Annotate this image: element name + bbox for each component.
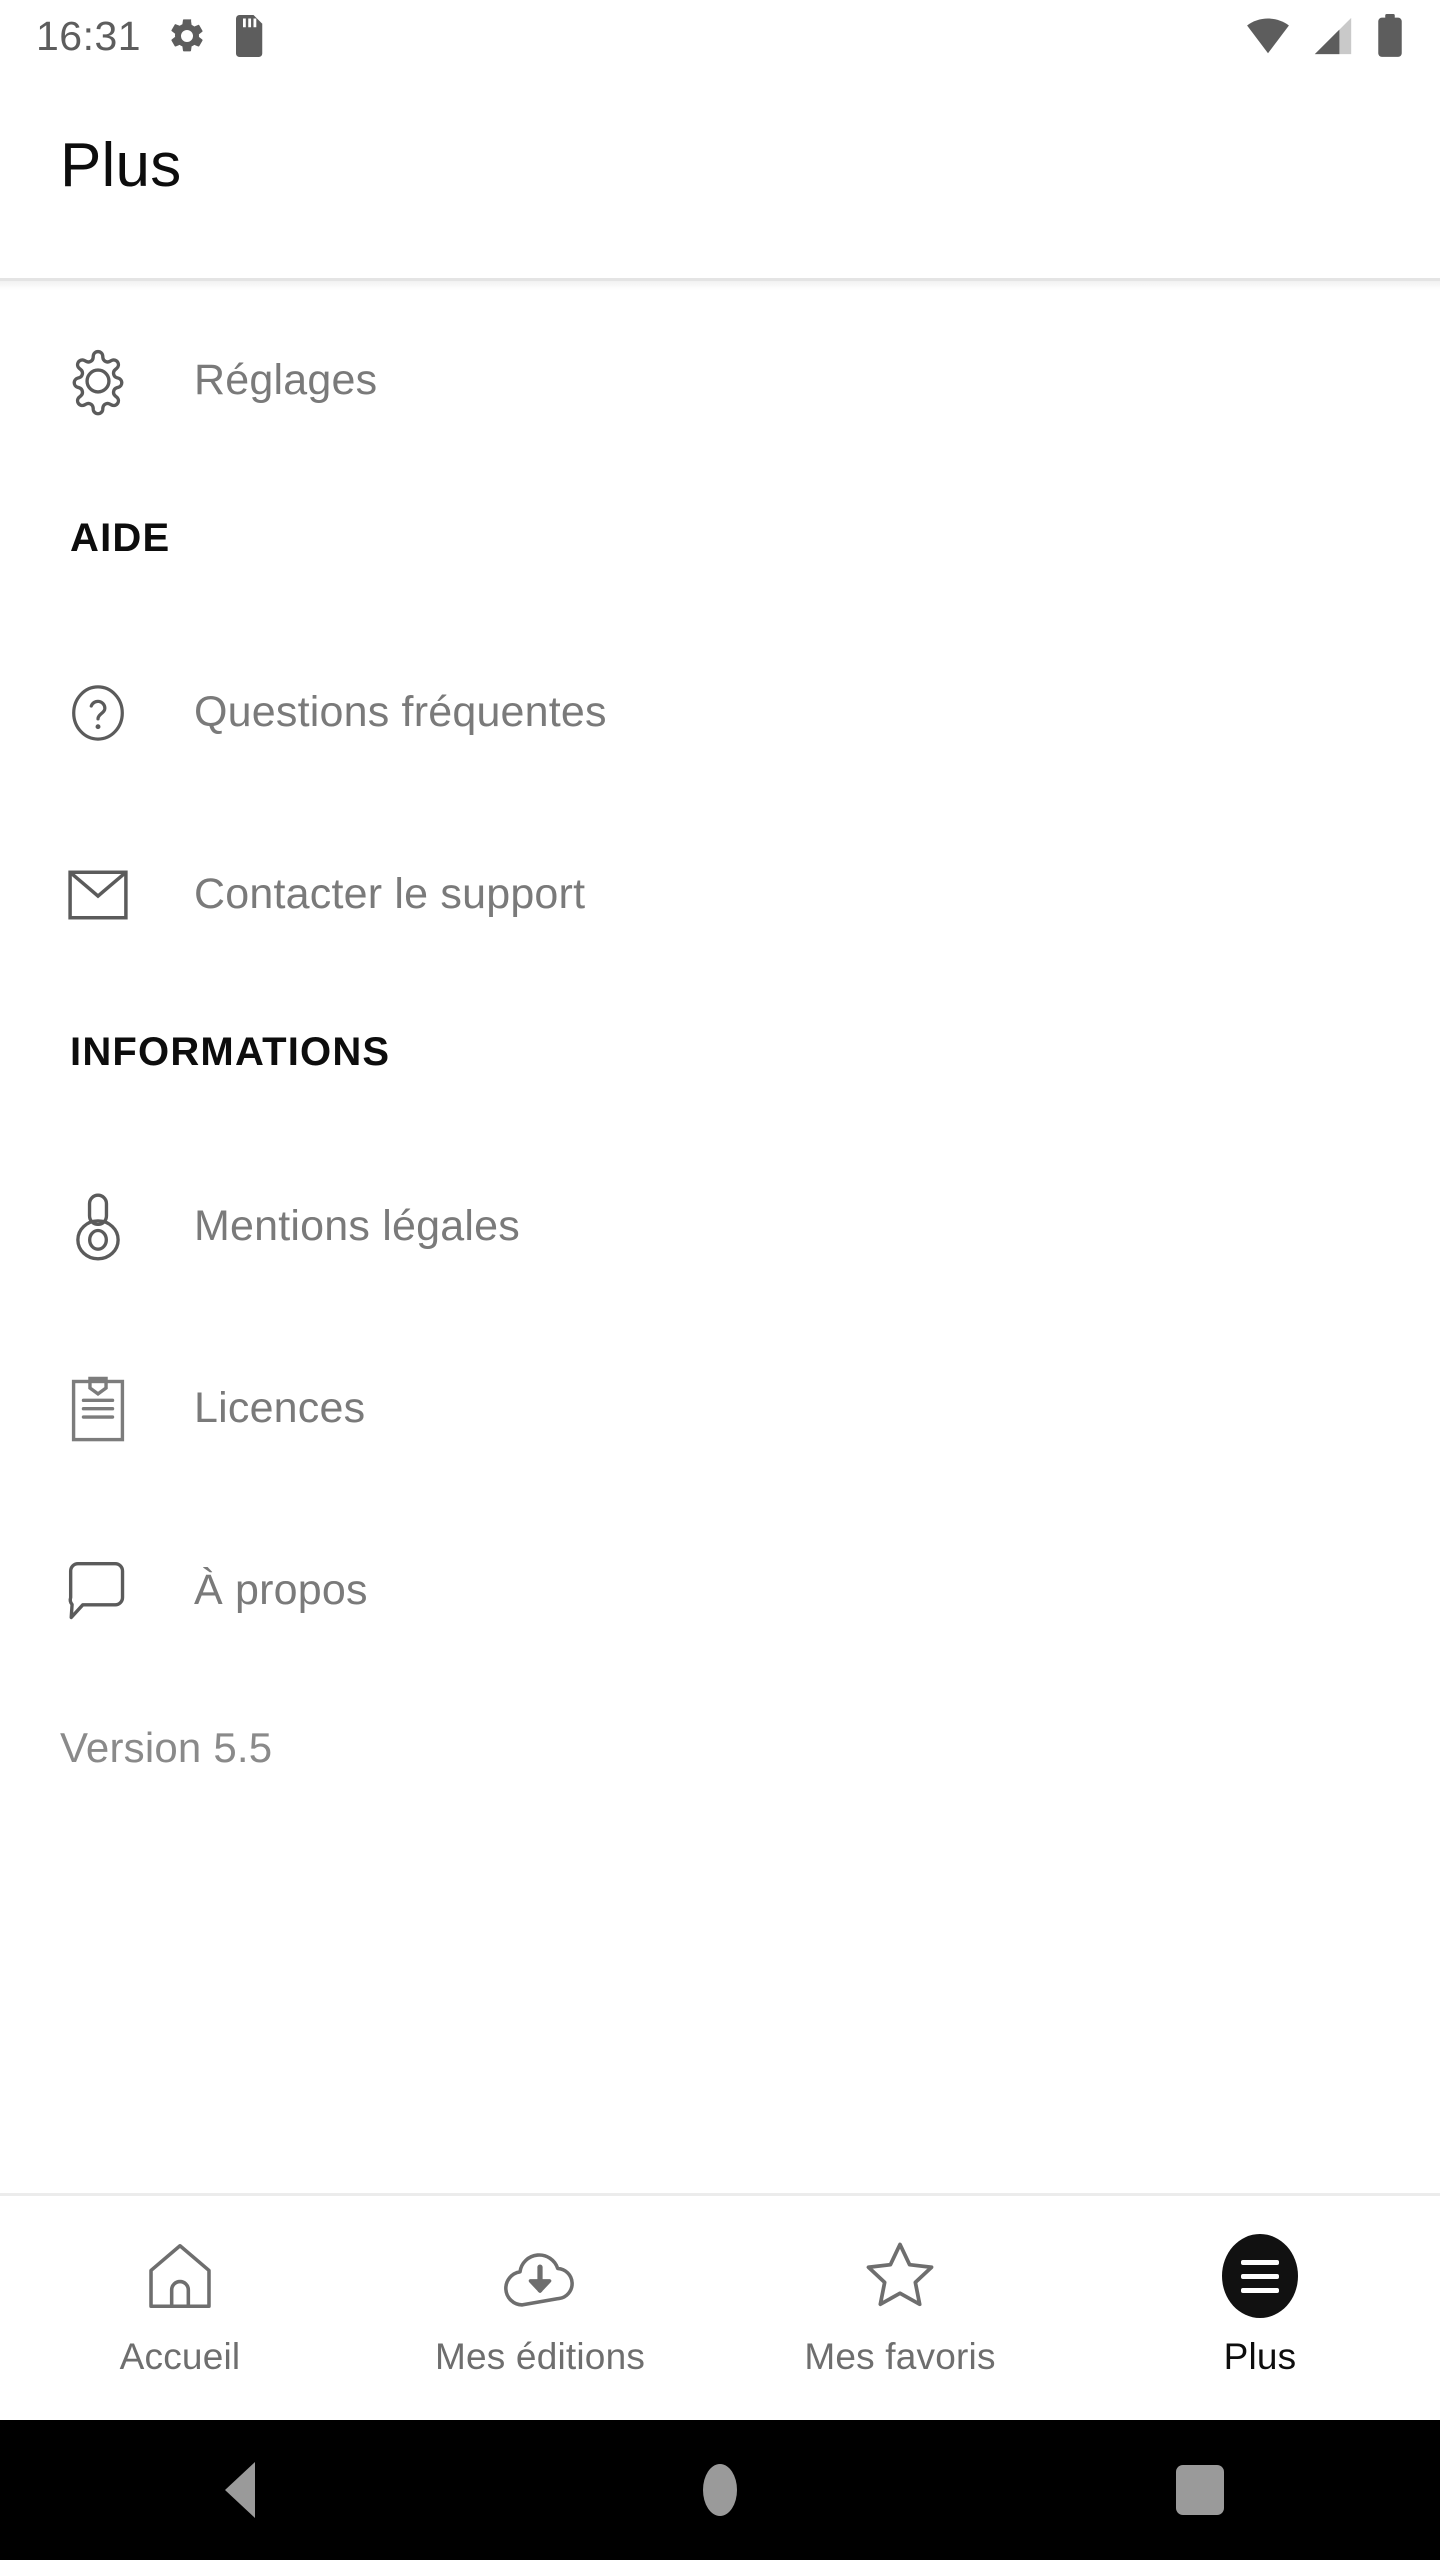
list-item-label: Réglages [194, 356, 378, 405]
tab-label: Accueil [119, 2336, 241, 2377]
gear-icon [62, 345, 134, 417]
back-triangle-icon [225, 2462, 255, 2518]
tab-plus[interactable]: Plus [1080, 2196, 1440, 2420]
status-bar-clock: 16:31 [36, 12, 142, 59]
list-item-a-propos[interactable]: À propos [0, 1500, 1440, 1682]
list-item-questions-frequentes[interactable]: Questions fréquentes [0, 622, 1440, 804]
list-item-reglages[interactable]: Réglages [0, 290, 1440, 472]
list-item-mentions-legales[interactable]: Mentions légales [0, 1136, 1440, 1318]
clipboard-icon [62, 1373, 134, 1445]
battery-icon [1376, 14, 1404, 58]
home-circle-icon [703, 2464, 737, 2516]
header-shadow [0, 281, 1440, 290]
status-bar-left: 16:31 [36, 15, 267, 57]
home-button[interactable] [480, 2464, 960, 2516]
status-bar-right [1246, 14, 1404, 58]
wifi-icon [1246, 16, 1290, 56]
list-item-label: Contacter le support [194, 870, 586, 919]
star-icon [858, 2234, 942, 2318]
list-item-label: Licences [194, 1384, 366, 1433]
gear-icon [167, 16, 207, 56]
list-item-label: À propos [194, 1566, 368, 1615]
menu-line [1241, 2273, 1279, 2279]
app-screen: 16:31 Plus Réglages AIDE Questions fréqu… [0, 0, 1440, 2560]
hamburger-menu-icon [1218, 2234, 1302, 2318]
android-navigation-bar [0, 2420, 1440, 2560]
speech-bubble-icon [62, 1555, 134, 1627]
question-circle-icon [62, 677, 134, 749]
tab-label: Plus [1223, 2336, 1297, 2377]
tab-label: Mes éditions [434, 2336, 646, 2377]
list-item-label: Questions fréquentes [194, 688, 607, 737]
signal-icon [1312, 16, 1354, 56]
bottom-tab-bar: Accueil Mes éditions Mes favoris Plus [0, 2193, 1440, 2420]
list-item-label: Mentions légales [194, 1202, 520, 1251]
home-icon [138, 2234, 222, 2318]
page-title: Plus [60, 131, 182, 200]
menu-line [1241, 2259, 1279, 2265]
tab-mes-editions[interactable]: Mes éditions [360, 2196, 720, 2420]
section-heading-aide: AIDE [70, 516, 171, 560]
menu-line [1241, 2287, 1279, 2293]
version-label: Version 5.5 [60, 1724, 273, 1771]
lock-icon [62, 1191, 134, 1263]
cloud-download-icon [498, 2234, 582, 2318]
status-bar: 16:31 [0, 0, 1440, 72]
tab-accueil[interactable]: Accueil [0, 2196, 360, 2420]
section-heading-informations: INFORMATIONS [70, 1030, 391, 1074]
recents-square-icon [1176, 2465, 1224, 2515]
list-item-licences[interactable]: Licences [0, 1318, 1440, 1500]
tab-mes-favoris[interactable]: Mes favoris [720, 2196, 1080, 2420]
back-button[interactable] [0, 2462, 480, 2518]
tab-label: Mes favoris [804, 2336, 996, 2377]
settings-list: Réglages AIDE Questions fréquentes Conta… [0, 290, 1440, 2190]
sd-card-icon [233, 15, 267, 57]
list-item-contacter-le-support[interactable]: Contacter le support [0, 804, 1440, 986]
recents-button[interactable] [960, 2465, 1440, 2515]
active-tab-badge [1222, 2234, 1298, 2318]
mail-icon [62, 859, 134, 931]
